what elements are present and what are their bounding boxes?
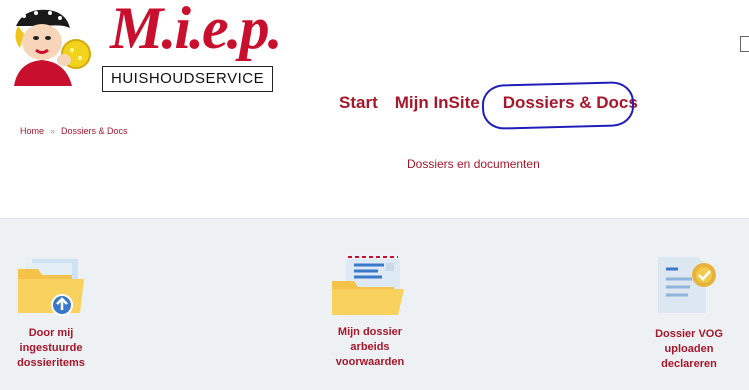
nav-item-start[interactable]: Start bbox=[339, 92, 378, 114]
site-header: M.i.e.p. HUISHOUDSERVICE Start Mijn InSi… bbox=[0, 0, 749, 218]
dossier-tiles: Door mij ingestuurde dossieritems Mijn d… bbox=[0, 218, 749, 390]
document-badge-icon bbox=[658, 257, 716, 313]
mascot-illustration-icon bbox=[14, 9, 91, 86]
tile-label-line: arbeids bbox=[350, 341, 390, 353]
breadcrumb-home[interactable]: Home bbox=[20, 126, 44, 136]
tile-label-line: Door mij bbox=[28, 327, 74, 339]
breadcrumb-separator: » bbox=[50, 126, 56, 136]
header-control[interactable] bbox=[740, 36, 749, 52]
page-subtitle: Dossiers en documenten bbox=[407, 157, 540, 171]
tile-employment-conditions[interactable]: Mijn dossier arbeids voorwaarden bbox=[324, 251, 416, 370]
hand-drawn-highlight bbox=[481, 81, 635, 130]
brand-name: M.i.e.p. bbox=[110, 0, 283, 61]
tile-label-line: declareren bbox=[661, 358, 717, 370]
folder-letter-icon bbox=[332, 253, 404, 315]
tile-submitted-items[interactable]: Door mij ingestuurde dossieritems bbox=[14, 255, 88, 371]
tile-label-line: voorwaarden bbox=[335, 356, 405, 368]
tile-label-line: uploaden bbox=[664, 343, 714, 355]
logo[interactable]: M.i.e.p. HUISHOUDSERVICE bbox=[6, 0, 283, 92]
tile-label-line: dossieritems bbox=[17, 357, 85, 369]
nav-item-mijn-insite[interactable]: Mijn InSite bbox=[395, 92, 480, 114]
breadcrumb: Home » Dossiers & Docs bbox=[20, 126, 128, 136]
folder-upload-icon bbox=[18, 259, 84, 316]
tile-label-line: ingestuurde bbox=[19, 342, 83, 354]
tile-label-line: Mijn dossier bbox=[337, 326, 403, 338]
tile-label-line: Dossier VOG bbox=[655, 328, 723, 340]
breadcrumb-current: Dossiers & Docs bbox=[61, 126, 128, 136]
brand-tagline: HUISHOUDSERVICE bbox=[102, 66, 274, 92]
tile-vog-dossier[interactable]: Dossier VOG uploaden declareren bbox=[644, 253, 734, 372]
